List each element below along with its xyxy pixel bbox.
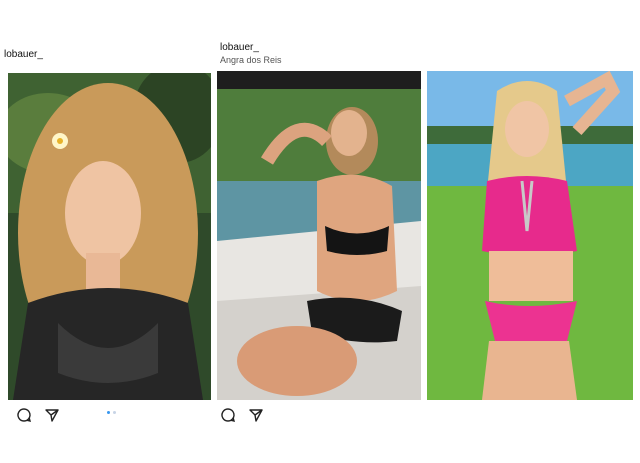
location[interactable]: Angra dos Reis [220, 54, 282, 66]
post-2-actions [220, 407, 264, 423]
carousel-indicator [107, 411, 116, 414]
post-photo-3[interactable] [427, 71, 633, 400]
comment-icon[interactable] [16, 407, 32, 423]
carousel-dot-active [107, 411, 110, 414]
share-icon[interactable] [44, 407, 60, 423]
comment-icon[interactable] [220, 407, 236, 423]
post-photo-2[interactable] [217, 71, 421, 400]
post-photo-1[interactable] [8, 73, 211, 400]
username[interactable]: lobauer_ [220, 42, 282, 54]
post-2-header: lobauer_ Angra dos Reis [220, 42, 282, 66]
post-header: lobauer_ [4, 49, 43, 61]
post-1-actions [16, 407, 60, 423]
share-icon[interactable] [248, 407, 264, 423]
username[interactable]: lobauer_ [4, 49, 43, 61]
carousel-dot [113, 411, 116, 414]
